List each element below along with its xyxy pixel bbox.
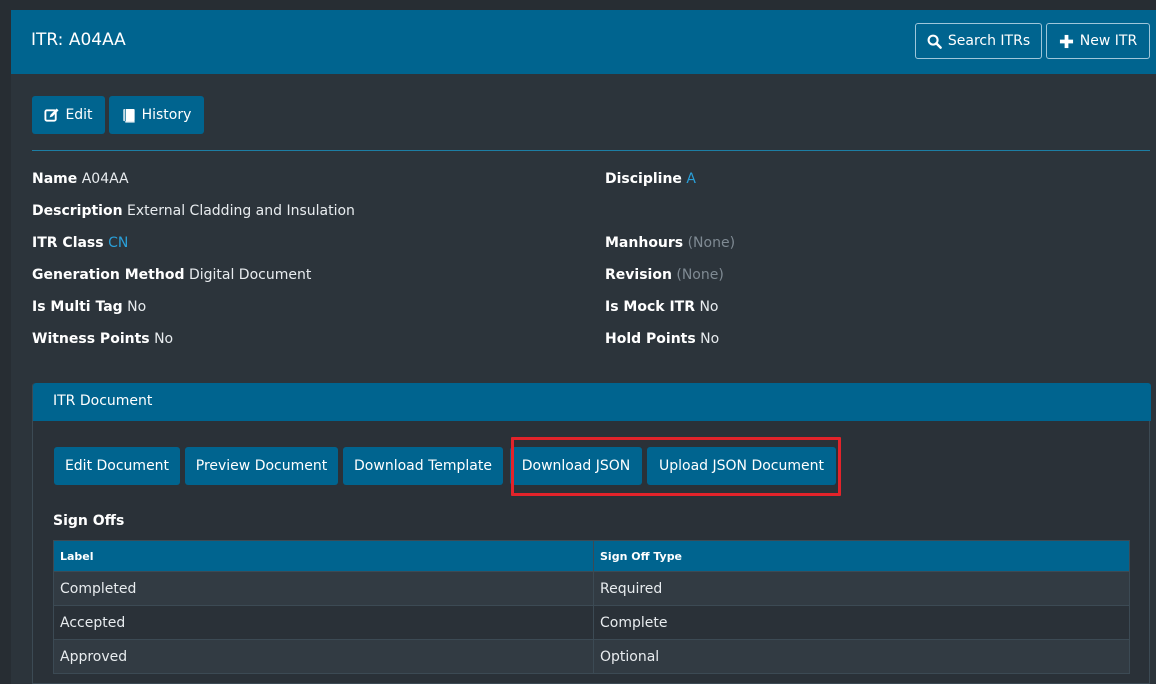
edit-label: Edit <box>65 107 93 123</box>
field-witness-points: Witness Points No <box>32 331 174 347</box>
itr-document-title: ITR Document <box>53 393 153 409</box>
field-is-multi-tag-value: No <box>127 299 147 315</box>
search-icon <box>927 34 942 49</box>
download-template-button[interactable]: Download Template <box>343 447 503 485</box>
field-manhours-value: (None) <box>687 235 736 251</box>
edit-document-button[interactable]: Edit Document <box>54 447 180 485</box>
field-is-mock-itr: Is Mock ITR No <box>605 299 719 315</box>
table-cell: Complete <box>593 605 1130 640</box>
field-hold-points: Hold Points No <box>605 331 720 347</box>
history-button[interactable]: History <box>109 96 204 134</box>
table-cell: Accepted <box>53 605 594 640</box>
new-itr-label: New ITR <box>1079 33 1138 49</box>
history-label: History <box>141 107 192 123</box>
page-title: ITR: A04AA <box>31 30 126 50</box>
table-cell: Completed <box>53 571 594 606</box>
search-itrs-label: Search ITRs <box>947 33 1031 49</box>
field-name: Name A04AA <box>32 171 129 187</box>
table-cell: Optional <box>593 639 1130 674</box>
field-manhours: Manhours (None) <box>605 235 736 251</box>
sign-offs-table: Label Sign Off Type Completed Required A… <box>53 540 1130 674</box>
table-header-row: Label Sign Off Type <box>53 540 1130 572</box>
itr-document-header: ITR Document <box>33 383 1151 421</box>
discipline-link[interactable]: A <box>686 171 696 187</box>
edit-icon <box>44 107 59 123</box>
book-icon <box>122 108 136 123</box>
table-row: Approved Optional <box>53 639 1130 674</box>
field-generation-method: Generation Method Digital Document <box>32 267 312 283</box>
edit-button[interactable]: Edit <box>32 96 105 134</box>
plus-icon <box>1059 34 1074 49</box>
preview-document-button[interactable]: Preview Document <box>185 447 338 485</box>
column-header-sign-off-type: Sign Off Type <box>593 540 1130 572</box>
field-description-value: External Cladding and Insulation <box>127 203 355 219</box>
field-description: Description External Cladding and Insula… <box>32 203 355 219</box>
sign-offs-title: Sign Offs <box>53 513 125 529</box>
field-witness-points-value: No <box>154 331 174 347</box>
table-cell: Required <box>593 571 1130 606</box>
field-name-value: A04AA <box>81 171 129 187</box>
field-generation-method-value: Digital Document <box>188 267 312 283</box>
field-revision: Revision (None) <box>605 267 724 283</box>
column-header-label: Label <box>53 540 594 572</box>
panel-header: ITR: A04AA Search ITRs New ITR <box>11 10 1156 74</box>
field-is-multi-tag: Is Multi Tag No <box>32 299 147 315</box>
itr-document-section: ITR Document Edit Document Preview Docum… <box>32 383 1151 684</box>
table-row: Accepted Complete <box>53 605 1130 640</box>
itr-class-link[interactable]: CN <box>108 235 128 251</box>
divider <box>32 150 1150 151</box>
field-is-mock-itr-value: No <box>699 299 719 315</box>
field-itr-class: ITR Class CN <box>32 235 129 251</box>
new-itr-button[interactable]: New ITR <box>1046 23 1150 59</box>
search-itrs-button[interactable]: Search ITRs <box>915 23 1042 59</box>
field-revision-value: (None) <box>676 267 724 283</box>
field-discipline: Discipline A <box>605 171 696 187</box>
itr-panel: ITR: A04AA Search ITRs New ITR Edit Hist… <box>11 10 1156 684</box>
field-hold-points-value: No <box>700 331 720 347</box>
table-row: Completed Required <box>53 571 1130 606</box>
table-cell: Approved <box>53 639 594 674</box>
highlight-box <box>511 437 841 496</box>
